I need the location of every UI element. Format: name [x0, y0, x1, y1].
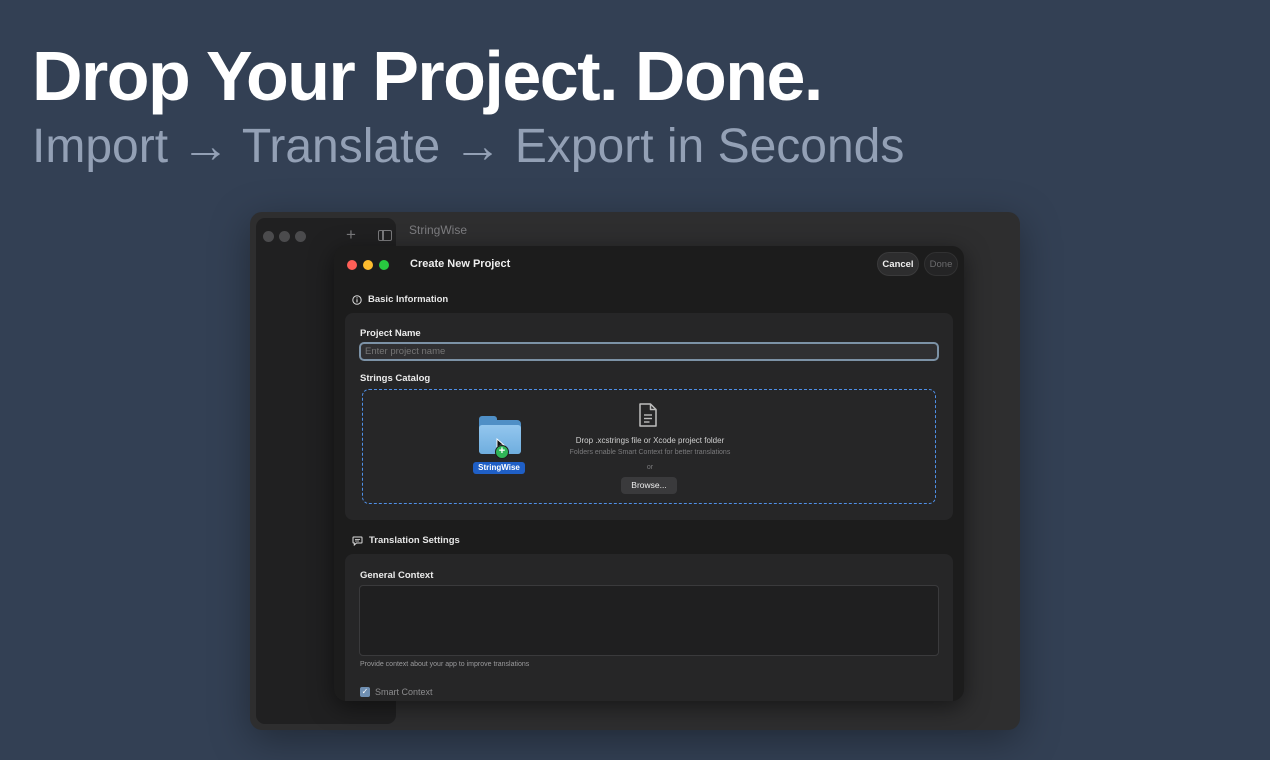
- strings-catalog-label: Strings Catalog: [360, 373, 431, 384]
- dialog-minimize-button[interactable]: [363, 260, 373, 270]
- info-circle-icon: [352, 294, 362, 305]
- smart-context-checkbox[interactable]: ✓: [360, 687, 370, 697]
- translation-settings-panel: General Context Provide context about yo…: [345, 554, 953, 701]
- dialog-zoom-button[interactable]: [379, 260, 389, 270]
- project-name-input[interactable]: [359, 342, 939, 361]
- plus-icon[interactable]: +: [346, 226, 356, 244]
- speech-bubble-icon: [352, 536, 363, 546]
- general-context-helper: Provide context about your app to improv…: [360, 661, 530, 668]
- dropzone-hint: Folders enable Smart Context for better …: [569, 449, 731, 456]
- hero-title: Drop Your Project. Done.: [32, 37, 823, 115]
- general-context-label: General Context: [360, 570, 434, 581]
- translation-settings-header: Translation Settings: [352, 535, 460, 546]
- hero-subtitle: Import → Translate → Export in Seconds: [32, 120, 905, 173]
- dialog-title: Create New Project: [410, 258, 511, 270]
- window-minimize-button[interactable]: [279, 231, 290, 242]
- dialog-close-button[interactable]: [347, 260, 357, 270]
- app-title: StringWise: [409, 223, 468, 237]
- strings-catalog-dropzone[interactable]: + StringWise Drop .xcstrings file or Xco…: [362, 389, 936, 504]
- create-project-dialog: Create New Project Cancel Done Basic Inf…: [334, 246, 964, 701]
- done-button[interactable]: Done: [924, 252, 958, 276]
- document-icon: [639, 403, 657, 427]
- basic-information-panel: Project Name Strings Catalog + StringWis…: [345, 313, 953, 520]
- section-heading: Basic Information: [368, 294, 449, 305]
- smart-context-label: Smart Context: [375, 687, 433, 697]
- project-name-label: Project Name: [360, 328, 421, 339]
- browse-button[interactable]: Browse...: [621, 477, 677, 494]
- sidebar-toggle-icon[interactable]: [378, 230, 392, 241]
- dropzone-instruction: Drop .xcstrings file or Xcode project fo…: [575, 436, 725, 445]
- window-close-button[interactable]: [263, 231, 274, 242]
- dropzone-or: or: [646, 464, 654, 471]
- cancel-button[interactable]: Cancel: [877, 252, 919, 276]
- window-zoom-button[interactable]: [295, 231, 306, 242]
- general-context-textarea[interactable]: [359, 585, 939, 656]
- basic-information-header: Basic Information: [352, 294, 448, 305]
- section-heading: Translation Settings: [369, 535, 460, 546]
